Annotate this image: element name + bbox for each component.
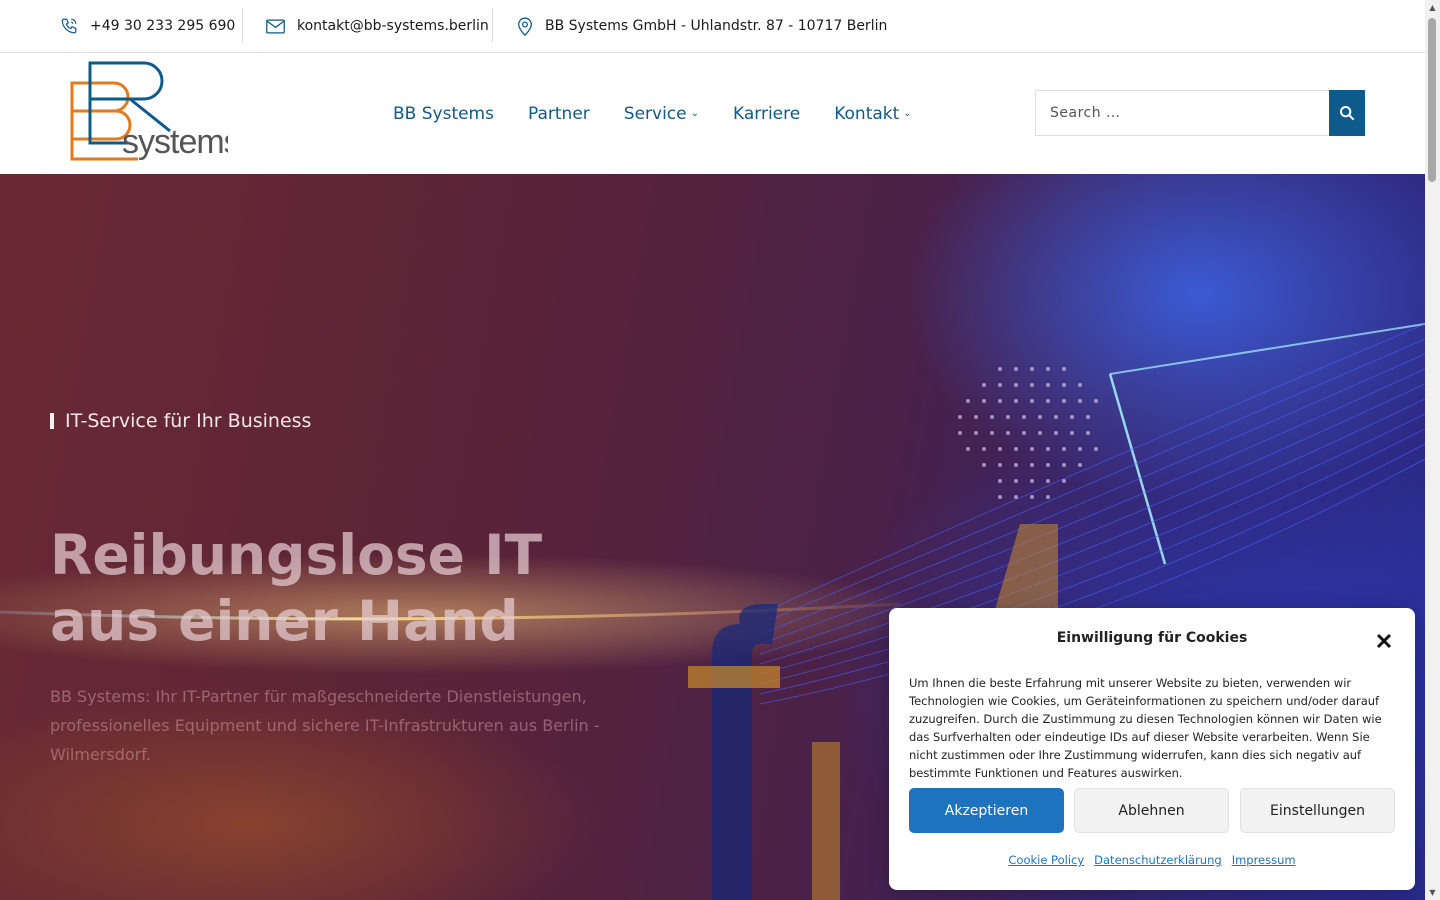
divider [492,8,493,42]
hero-eyebrow: IT-Service für Ihr Business [50,410,311,432]
search-button[interactable] [1329,90,1365,136]
hero-lead-text: BB Systems: Ihr IT-Partner für maßgeschn… [50,687,600,764]
mail-icon [266,19,285,33]
eyebrow-accent-bar [50,413,54,429]
location-pin-icon [518,17,532,36]
search-input[interactable] [1035,90,1329,136]
hero-eyebrow-text: IT-Service für Ihr Business [65,410,312,432]
page-scrollbar[interactable]: ▲ ▼ [1425,0,1440,900]
search-form [1035,90,1365,136]
main-navigation: BB Systems Partner Service ⌄ Karriere Kon… [393,53,946,174]
close-icon[interactable] [1373,630,1395,652]
accept-button[interactable]: Akzeptieren [909,788,1064,833]
svg-text:systems: systems [122,123,228,161]
chevron-down-icon: ⌄ [903,108,912,119]
phone-icon [61,18,77,34]
address-text: BB Systems GmbH - Uhlandstr. 87 - 10717 … [545,18,888,34]
site-header: systems BB Systems Partner Service ⌄ Karr… [0,53,1425,174]
phone-contact[interactable]: +49 30 233 295 690 [60,0,235,52]
divider [242,8,243,42]
nav-item-service[interactable]: Service ⌄ [624,104,699,124]
address-contact: BB Systems GmbH - Uhlandstr. 87 - 10717 … [517,0,887,52]
cookie-title: Einwilligung für Cookies [1056,630,1248,646]
cookie-links: Cookie Policy Datenschutzerklärung Impre… [889,853,1415,867]
scroll-down-arrow-icon[interactable]: ▼ [1425,885,1440,900]
logo-mark: systems [70,61,241,161]
chevron-down-icon: ⌄ [690,108,700,119]
cookie-description: Um Ihnen die beste Erfahrung mit unserer… [909,676,1382,780]
settings-button[interactable]: Einstellungen [1240,788,1395,833]
phone-number[interactable]: +49 30 233 295 690 [90,18,235,34]
scrollbar-thumb[interactable] [1428,18,1436,182]
hero-headline: Reibungslose IT aus einer Hand [50,523,543,653]
nav-item-bb-systems[interactable]: BB Systems [393,104,494,124]
nav-item-karriere[interactable]: Karriere [733,104,800,124]
scroll-up-arrow-icon[interactable]: ▲ [1425,0,1440,15]
email-contact[interactable]: kontakt@bb-systems.berlin [266,0,489,52]
imprint-link[interactable]: Impressum [1232,853,1296,867]
nav-item-partner[interactable]: Partner [528,104,590,124]
privacy-policy-link[interactable]: Datenschutzerklärung [1094,853,1222,867]
cookie-policy-link[interactable]: Cookie Policy [1008,853,1084,867]
search-icon [1340,106,1355,121]
cookie-consent-dialog: Einwilligung für Cookies Um Ihnen die be… [889,608,1415,890]
nav-item-kontakt[interactable]: Kontakt ⌄ [834,104,911,124]
decline-button[interactable]: Ablehnen [1074,788,1229,833]
bb-systems-logo[interactable]: systems [68,61,241,165]
email-address[interactable]: kontakt@bb-systems.berlin [297,18,489,34]
top-contact-bar: +49 30 233 295 690 kontakt@bb-systems.be… [0,0,1425,53]
